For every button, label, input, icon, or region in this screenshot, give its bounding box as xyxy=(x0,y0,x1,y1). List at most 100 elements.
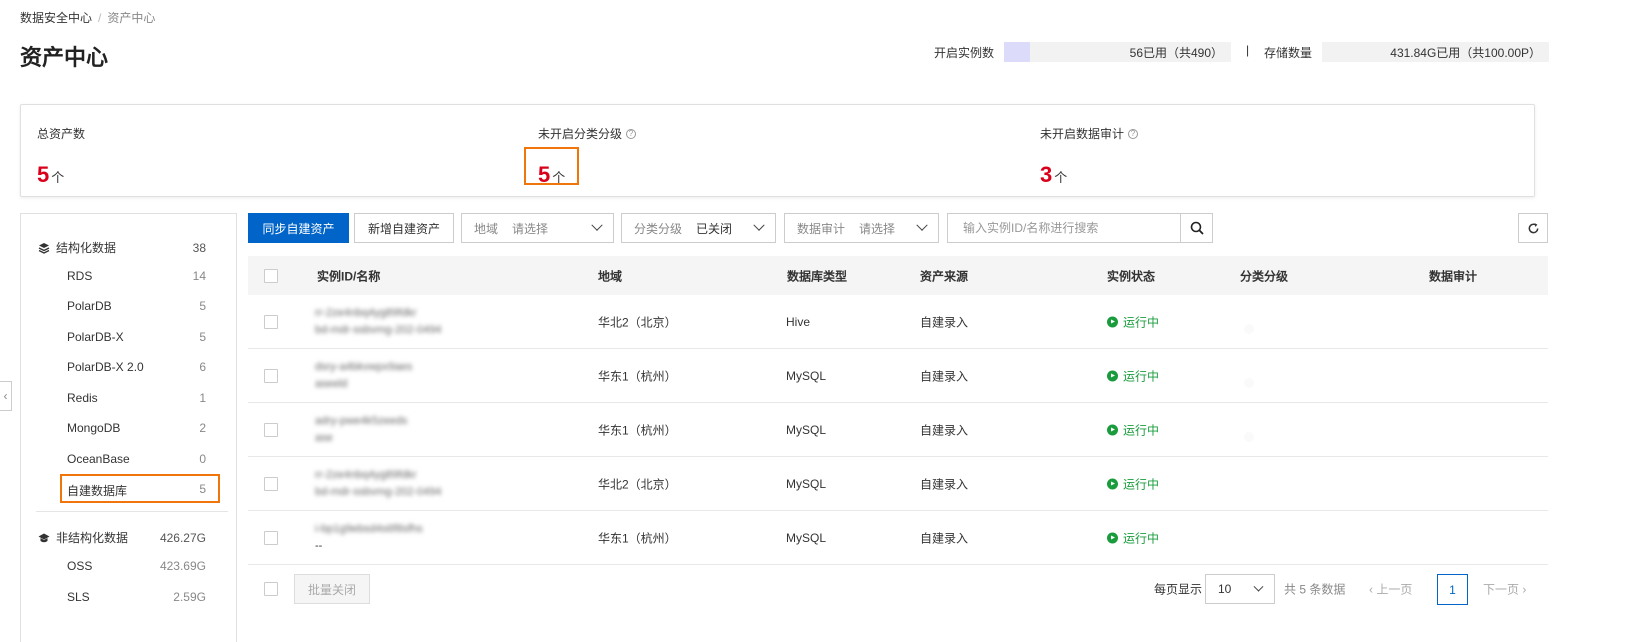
breadcrumb-root[interactable]: 数据安全中心 xyxy=(20,11,92,25)
running-icon xyxy=(1107,424,1118,435)
refresh-icon xyxy=(1528,222,1538,233)
row-checkbox[interactable] xyxy=(264,530,278,545)
sidebar-item-label: SLS xyxy=(67,590,90,604)
status-cell: 运行中 xyxy=(1107,475,1159,492)
add-self-built-asset-button[interactable]: 新增自建资产 xyxy=(354,213,454,243)
batch-close-button[interactable]: 批量关闭 xyxy=(294,574,370,604)
instance-id: rr-2ze4nbq4yg89fdkr xyxy=(315,306,417,319)
instance-id-name[interactable]: i-bp1g9ebsd4s6f8sfhs -- xyxy=(315,521,423,555)
source-cell: 自建录入 xyxy=(920,531,969,545)
sidebar-item-count: 423.69G xyxy=(159,559,206,573)
per-page-label: 每页显示 xyxy=(1154,582,1203,597)
search-button[interactable] xyxy=(1180,214,1212,242)
classification-select[interactable]: 分类分级 已关闭 xyxy=(621,213,776,243)
sidebar-item-count: 2.59G xyxy=(173,590,206,604)
refresh-button[interactable] xyxy=(1518,213,1548,243)
storage-quota-text: 431.84G已用（共100.00P） xyxy=(1390,45,1542,60)
region-select-value: 请选择 xyxy=(512,221,549,236)
stat-value[interactable]: 3个 xyxy=(1040,162,1138,188)
row-checkbox[interactable] xyxy=(264,368,278,383)
instance-id-name[interactable]: rr-2ze4nbq4yg89fdkr bd-mdr-ssbvmg-202-049… xyxy=(315,467,442,501)
running-icon xyxy=(1107,532,1118,543)
status-cell: 运行中 xyxy=(1107,313,1159,330)
page-size-value: 10 xyxy=(1218,582,1232,596)
search-input[interactable] xyxy=(948,214,1180,242)
sidebar-collapse-tab[interactable]: ‹ xyxy=(0,381,12,411)
sidebar-item-polardb[interactable]: PolarDB 5 xyxy=(67,299,206,313)
instance-quota-text: 56已用（共490） xyxy=(1129,45,1224,60)
sidebar-item-oss[interactable]: OSS 423.69G xyxy=(67,559,206,573)
status-cell: 运行中 xyxy=(1107,421,1159,438)
next-page-button[interactable]: 下一页 › xyxy=(1483,581,1526,598)
quota-divider: | xyxy=(1246,43,1250,57)
sidebar-item-polardb-x[interactable]: PolarDB-X 5 xyxy=(67,330,206,344)
instance-id-name[interactable]: rr-2ze4nbq4yg89fdkr bd-mdr-ssbvmg-202-049… xyxy=(315,305,442,339)
instance-id: rr-2ze4nbq4yg89fdkr xyxy=(315,468,417,481)
region-select[interactable]: 地域 请选择 xyxy=(461,213,614,243)
breadcrumb-separator: / xyxy=(98,11,102,25)
table-header: 实例ID/名称 地域 数据库类型 资产来源 实例状态 分类分级 数据审计 xyxy=(248,256,1548,295)
stat-label-text: 未开启数据审计 xyxy=(1040,127,1125,141)
sidebar-group-unstructured[interactable]: 非结构化数据 426.27G xyxy=(38,529,206,546)
row-checkbox[interactable] xyxy=(264,422,278,437)
select-all-checkbox[interactable] xyxy=(264,268,278,283)
classification-select-label: 分类分级 xyxy=(634,221,683,236)
select-all-checkbox-footer[interactable] xyxy=(264,582,278,596)
sidebar-item-redis[interactable]: Redis 1 xyxy=(67,391,206,405)
column-header-classification: 分类分级 xyxy=(1240,269,1289,283)
instance-name: ase xyxy=(315,431,333,444)
stat-label: 未开启数据审计? xyxy=(1040,125,1139,142)
column-header-db-type: 数据库类型 xyxy=(787,269,848,283)
layers-icon xyxy=(38,242,50,254)
sidebar-item-oceanbase[interactable]: OceanBase 0 xyxy=(67,452,206,466)
source-cell: 自建录入 xyxy=(920,423,969,437)
search-icon xyxy=(1190,221,1204,235)
sidebar-item-label: Redis xyxy=(67,391,98,405)
table-row: dsry-a4bkvwpx9aes aseeld 华东1（杭州） MySQL 自建… xyxy=(248,349,1548,403)
audit-select-value: 请选择 xyxy=(859,221,896,236)
sidebar-item-label: OceanBase xyxy=(67,452,130,466)
db-type-cell: MySQL xyxy=(786,476,827,491)
sidebar-item-count: 0 xyxy=(199,452,206,466)
sidebar-item-count: 5 xyxy=(199,330,206,344)
stat-unaudited: 未开启数据审计? 3个 xyxy=(1040,125,1139,188)
audit-select[interactable]: 数据审计 请选择 xyxy=(784,213,939,243)
sidebar-group-label: 结构化数据 xyxy=(56,241,117,255)
storage-quota-bar: 431.84G已用（共100.00P） xyxy=(1322,42,1550,62)
highlight-box-self-built-db xyxy=(60,474,220,503)
instance-quota-fill xyxy=(1004,42,1030,62)
sidebar-item-rds[interactable]: RDS 14 xyxy=(67,269,206,283)
region-cell: 华北2（北京） xyxy=(598,315,677,329)
instance-id-name[interactable]: adry-pwe4k5zeeds ase xyxy=(315,413,407,447)
region-cell: 华北2（北京） xyxy=(598,477,677,491)
instance-id-name[interactable]: dsry-a4bkvwpx9aes aseeld xyxy=(315,359,412,393)
table-row: i-bp1g9ebsd4s6f8sfhs -- 华东1（杭州） MySQL 自建录… xyxy=(248,511,1548,565)
instance-name: bd-mdr-ssbvmg-202-0494 xyxy=(315,485,442,498)
page-size-select[interactable]: 10 xyxy=(1205,574,1275,604)
stat-label-text: 总资产数 xyxy=(37,127,86,141)
sidebar-item-polardb-x-2[interactable]: PolarDB-X 2.0 6 xyxy=(67,360,206,374)
sidebar-item-count: 5 xyxy=(199,299,206,313)
sidebar-item-label: MongoDB xyxy=(67,421,121,435)
prev-page-button[interactable]: ‹ 上一页 xyxy=(1369,581,1412,598)
asset-type-sidebar: 结构化数据 38 RDS 14 PolarDB 5 PolarDB-X 5 Polar… xyxy=(20,213,237,642)
sidebar-item-label: RDS xyxy=(67,269,93,283)
row-checkbox[interactable] xyxy=(264,314,278,329)
page-number-current[interactable]: 1 xyxy=(1437,574,1468,605)
sidebar-group-structured[interactable]: 结构化数据 38 xyxy=(38,239,206,256)
help-icon[interactable]: ? xyxy=(626,128,637,139)
help-icon[interactable]: ? xyxy=(1128,128,1139,139)
status-text: 运行中 xyxy=(1123,369,1160,383)
column-header-region: 地域 xyxy=(598,269,623,283)
running-icon xyxy=(1107,478,1118,489)
row-checkbox[interactable] xyxy=(264,476,278,491)
sidebar-item-mongodb[interactable]: MongoDB 2 xyxy=(67,421,206,435)
instance-id: adry-pwe4k5zeeds xyxy=(315,414,408,427)
table-row: rr-2ze4nbq4yg89fdkr bd-mdr-ssbvmg-202-049… xyxy=(248,295,1548,349)
sync-self-built-assets-button[interactable]: 同步自建资产 xyxy=(248,213,349,243)
sidebar-item-sls[interactable]: SLS 2.59G xyxy=(67,590,206,604)
region-cell: 华东1（杭州） xyxy=(598,423,677,437)
stat-number: 5 xyxy=(37,162,50,187)
status-text: 运行中 xyxy=(1123,477,1160,491)
instance-quota-bar: 56已用（共490） xyxy=(1004,42,1232,62)
